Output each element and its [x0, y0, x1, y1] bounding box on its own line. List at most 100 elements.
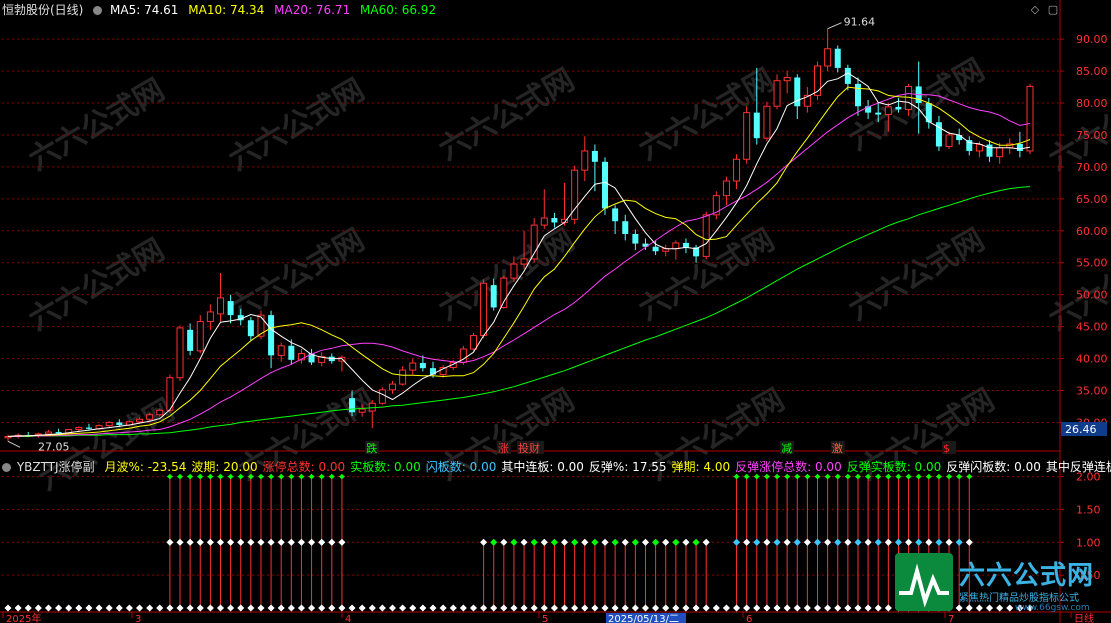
signal-diamond-base — [733, 604, 741, 612]
logo-name: 六六公式网 — [959, 561, 1095, 591]
candle-body[interactable] — [652, 246, 659, 252]
candle-body[interactable] — [875, 112, 882, 115]
candle-body[interactable] — [602, 161, 609, 209]
date-label: 6 — [746, 614, 752, 623]
candle-body[interactable] — [419, 363, 426, 369]
candle-body[interactable] — [520, 258, 528, 265]
signal-diamond-mid — [297, 538, 305, 546]
candle-body[interactable] — [540, 217, 548, 226]
candle-body[interactable] — [490, 285, 497, 308]
candle-body[interactable] — [783, 76, 791, 82]
candle-body[interactable] — [146, 414, 154, 420]
expand-icon[interactable]: ▢ — [1046, 4, 1060, 16]
candle-body[interactable] — [956, 134, 963, 141]
signal-diamond-base — [469, 604, 478, 612]
price-chart[interactable]: 90.00 85.00 80.00 75.00 70.00 65.00 60.00 55.00… — [0, 0, 1111, 623]
signal-diamond-mid — [186, 538, 194, 546]
candle-body[interactable] — [844, 67, 851, 84]
settings-dot-icon[interactable] — [93, 6, 103, 15]
candle-body[interactable] — [966, 140, 973, 151]
candle-body[interactable] — [399, 369, 407, 385]
candle-body[interactable] — [469, 335, 477, 350]
candle-body[interactable] — [895, 106, 902, 110]
candle-body[interactable] — [622, 221, 629, 234]
candle-body[interactable] — [854, 83, 861, 107]
candle-body[interactable] — [378, 389, 386, 404]
candle-body[interactable] — [409, 362, 417, 371]
candle-body[interactable] — [672, 242, 680, 250]
signal-diamond-mid — [277, 538, 285, 546]
candle-body[interactable] — [1026, 85, 1034, 152]
candle-body[interactable] — [581, 150, 589, 171]
minimize-icon[interactable]: ◇ — [1028, 4, 1042, 16]
candle-body[interactable] — [986, 144, 993, 157]
signal-diamond-base — [125, 604, 133, 612]
price-tick-label: 35.00 — [1076, 385, 1108, 398]
signal-diamond-base — [692, 604, 700, 612]
candle-body[interactable] — [277, 345, 285, 356]
candle-body[interactable] — [216, 297, 224, 315]
candle-body[interactable] — [227, 301, 234, 316]
event-tag: 激 — [832, 441, 843, 455]
candle-body[interactable] — [55, 432, 62, 434]
candle-body[interactable] — [733, 158, 741, 182]
candle-body[interactable] — [268, 315, 275, 356]
candle-body[interactable] — [551, 218, 558, 223]
signal-diamond-mid — [672, 538, 680, 546]
indicator-name: YBZTTJ涨停副 — [16, 460, 95, 474]
candle-body[interactable] — [834, 48, 841, 68]
signal-diamond-base — [874, 604, 882, 612]
candle-body[interactable] — [480, 282, 488, 337]
candle-body[interactable] — [247, 320, 254, 337]
candle-body[interactable] — [510, 263, 518, 279]
candle-body[interactable] — [702, 214, 710, 257]
signal-diamond-base — [358, 604, 366, 612]
signal-diamond-base — [399, 604, 407, 612]
candle-body[interactable] — [368, 402, 376, 412]
signal-diamond-mid — [216, 538, 225, 546]
indicator-value: 其中反弹连板 — [1045, 460, 1111, 474]
candle-body[interactable] — [996, 147, 1004, 158]
signal-diamond-base — [75, 604, 83, 612]
indicator-value: 月波%: -23.54 — [104, 460, 187, 474]
candle-body[interactable] — [500, 277, 508, 308]
date-label: 5 — [542, 614, 548, 623]
candle-body[interactable] — [176, 327, 184, 379]
candle-body[interactable] — [612, 208, 619, 222]
candle-body[interactable] — [389, 383, 397, 391]
candle-body[interactable] — [358, 408, 366, 413]
signal-diamond-base — [753, 604, 761, 612]
candle-body[interactable] — [196, 321, 204, 352]
candle-body[interactable] — [349, 398, 356, 413]
price-tick-label: 60.00 — [1076, 225, 1108, 238]
candle-body[interactable] — [773, 80, 781, 107]
signal-diamond-mid — [945, 538, 953, 546]
candle-body[interactable] — [763, 105, 771, 139]
candle-body[interactable] — [116, 422, 123, 426]
candle-body[interactable] — [288, 345, 295, 360]
candle-body[interactable] — [945, 134, 953, 147]
candle-body[interactable] — [156, 409, 164, 416]
signal-diamond-base — [4, 604, 12, 612]
candle-body[interactable] — [753, 112, 760, 139]
candle-body[interactable] — [743, 112, 751, 160]
candle-body[interactable] — [105, 421, 113, 427]
signal-diamond-mid — [925, 538, 933, 546]
candle-body[interactable] — [632, 234, 639, 244]
candle-body[interactable] — [722, 180, 730, 197]
signal-diamond-mid — [611, 538, 619, 546]
candle-body[interactable] — [975, 144, 983, 152]
candle-body[interactable] — [136, 418, 144, 423]
candle-body[interactable] — [591, 150, 598, 162]
candle-body[interactable] — [206, 311, 214, 323]
candle-body[interactable] — [187, 329, 194, 351]
candle-body[interactable] — [44, 431, 52, 435]
signal-diamond-base — [429, 604, 437, 612]
candle-body[interactable] — [75, 427, 83, 430]
candle-body[interactable] — [1016, 143, 1023, 151]
candle-body[interactable] — [884, 106, 892, 116]
candle-body[interactable] — [824, 48, 832, 67]
indicator-dot-icon[interactable] — [2, 463, 11, 472]
candle-body[interactable] — [85, 427, 92, 429]
candle-body[interactable] — [682, 242, 689, 248]
